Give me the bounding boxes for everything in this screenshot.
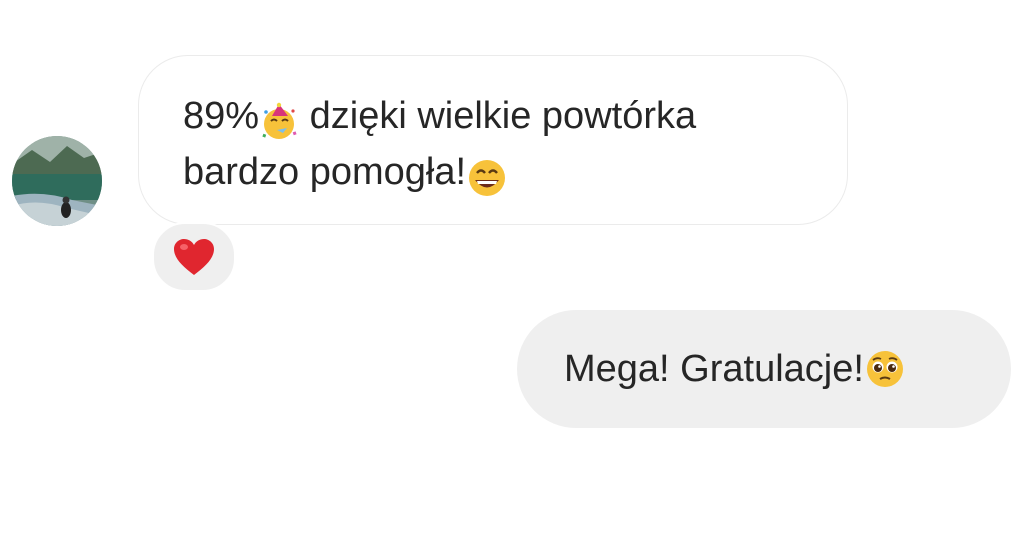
message-text-line-1: dzięki wielkie powtórka [299, 95, 697, 137]
chat-thread: 89% dzięki wielkie powtórka bardzo pomog… [0, 0, 1024, 554]
grinning-face-icon [466, 156, 508, 199]
outgoing-message-bubble[interactable]: Mega! Gratulacje! [517, 310, 1011, 428]
avatar-photo [12, 136, 102, 226]
message-percent-text: 89% [183, 95, 260, 137]
partying-face-icon [259, 100, 299, 142]
message-text-line-2: bardzo pomogła! [183, 151, 467, 193]
message-line-1: 89% dzięki wielkie powtórka [183, 88, 807, 144]
heart-icon [174, 239, 214, 275]
avatar[interactable] [12, 136, 102, 226]
outgoing-message-text: Mega! Gratulacje! [564, 347, 864, 390]
pleading-face-icon [864, 348, 906, 391]
message-line-2: bardzo pomogła! [183, 144, 807, 200]
incoming-message-bubble[interactable]: 89% dzięki wielkie powtórka bardzo pomog… [138, 55, 848, 225]
heart-reaction[interactable] [152, 222, 236, 292]
